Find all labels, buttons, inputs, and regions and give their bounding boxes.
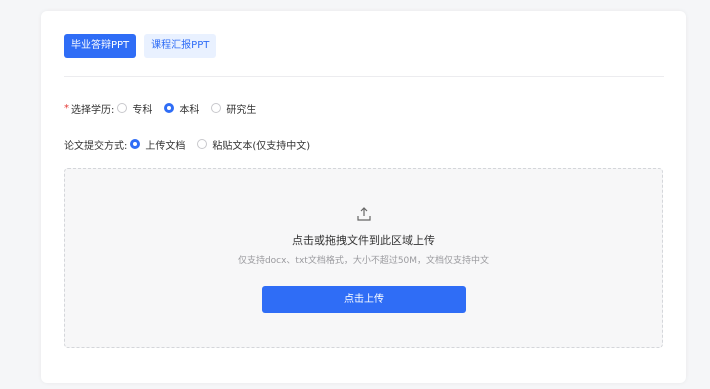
divider (64, 76, 664, 77)
radio-label: 上传文档 (145, 140, 186, 152)
radio-circle-checked[interactable] (130, 139, 141, 149)
radio-circle[interactable] (197, 139, 208, 149)
radio-label: 专科 (132, 104, 153, 116)
ppt-type-tabs: 毕业答辩PPT 课程汇报PPT (64, 34, 217, 58)
required-mark: * (64, 102, 69, 114)
upload-hint: 仅支持docx、txt文档格式，大小不超过50M，文档仅支持中文 (237, 256, 490, 266)
upload-dropzone[interactable]: 点击或拖拽文件到此区域上传 仅支持docx、txt文档格式，大小不超过50M，文… (64, 168, 663, 348)
radio-option-paste-text[interactable]: 粘贴文本(仅支持中文) (197, 137, 310, 152)
radio-option-junior-college[interactable]: 专科 (117, 101, 152, 116)
education-field: * 选择学历: 专科 本科 研究生 (64, 100, 268, 116)
submission-method-field: 论文提交方式: 上传文档 粘贴文本(仅支持中文) (64, 136, 322, 152)
form-card: 毕业答辩PPT 课程汇报PPT * 选择学历: 专科 本科 研究生 论文提交方式… (41, 11, 686, 383)
upload-button[interactable]: 点击上传 (262, 286, 466, 313)
radio-label: 本科 (179, 104, 200, 116)
tab-course-report-ppt[interactable]: 课程汇报PPT (144, 34, 217, 58)
radio-label: 研究生 (226, 104, 257, 116)
radio-circle[interactable] (117, 103, 128, 113)
submission-method-label: 论文提交方式: (64, 140, 128, 152)
radio-circle-checked[interactable] (164, 103, 175, 113)
radio-option-graduate[interactable]: 研究生 (211, 101, 256, 116)
upload-icon (357, 207, 371, 221)
tab-graduation-defense-ppt[interactable]: 毕业答辩PPT (64, 34, 137, 58)
education-label: 选择学历: (71, 104, 115, 116)
upload-title: 点击或拖拽文件到此区域上传 (292, 234, 435, 247)
radio-option-upload-document[interactable]: 上传文档 (130, 137, 185, 152)
radio-option-bachelor[interactable]: 本科 (164, 101, 199, 116)
radio-circle[interactable] (211, 103, 222, 113)
radio-label: 粘贴文本(仅支持中文) (212, 140, 311, 152)
